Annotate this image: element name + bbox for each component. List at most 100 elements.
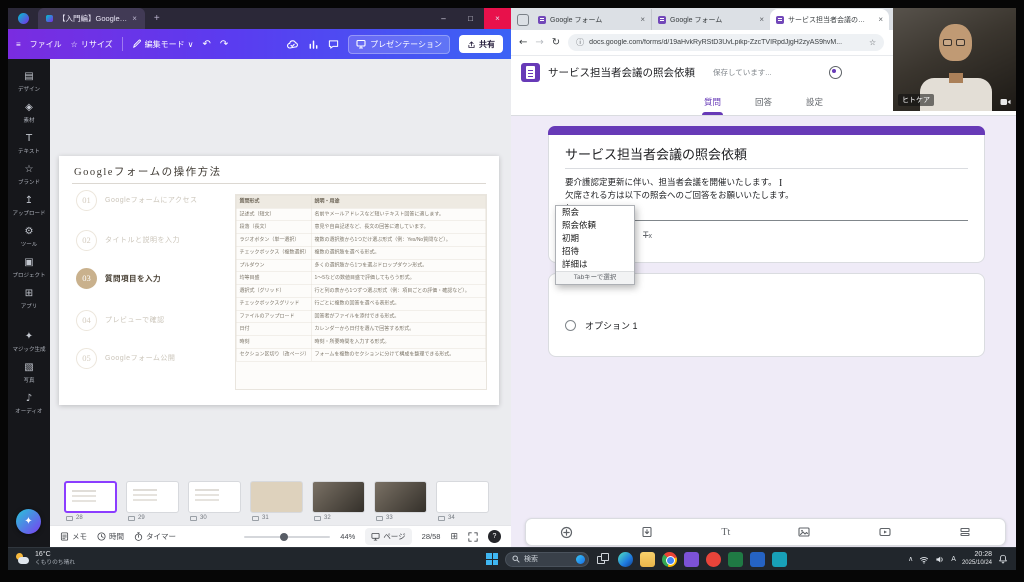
add-question-icon[interactable] xyxy=(560,526,573,539)
thumbnail-page-28[interactable]: 28 xyxy=(64,481,117,525)
redo-button[interactable]: ↷ xyxy=(220,39,228,50)
answer-option-row[interactable]: オプション 1 xyxy=(565,319,638,332)
tab-actions-icon[interactable] xyxy=(517,14,529,26)
app-icon-blue[interactable] xyxy=(750,551,765,567)
ime-candidate[interactable]: 初期 xyxy=(556,232,634,245)
file-explorer-icon[interactable] xyxy=(640,551,655,567)
app-icon-teal[interactable] xyxy=(772,551,787,567)
sidebar-item-magic-generate[interactable]: ✦ マジック生成 xyxy=(8,327,50,358)
thumbnail-page-33[interactable]: 33 xyxy=(374,481,427,525)
forward-button[interactable]: → xyxy=(535,37,543,48)
sidebar-item-apps[interactable]: ⊞ アプリ xyxy=(8,284,50,315)
chrome-browser-icon[interactable] xyxy=(662,551,677,567)
volume-icon[interactable] xyxy=(935,555,945,564)
sidebar-item-uploads[interactable]: ↥ アップロード xyxy=(8,191,50,222)
sidebar-item-text[interactable]: T テキスト xyxy=(8,129,50,160)
zoom-slider[interactable] xyxy=(244,532,331,541)
sidebar-item-projects[interactable]: ▣ プロジェクト xyxy=(8,253,50,284)
ime-language-indicator[interactable]: A xyxy=(951,556,956,563)
close-button[interactable]: × xyxy=(484,8,511,29)
add-image-icon[interactable] xyxy=(798,526,811,538)
theme-palette-icon[interactable] xyxy=(829,66,842,79)
browser-tab-2[interactable]: Google フォーム × xyxy=(651,9,770,30)
app-icon-purple[interactable] xyxy=(684,551,699,567)
sidebar-item-audio[interactable]: ♪ オーディオ xyxy=(8,389,50,420)
sidebar-item-tools[interactable]: ⚙ ツール xyxy=(8,222,50,253)
timer-button[interactable]: タイマー xyxy=(134,531,176,542)
import-questions-icon[interactable] xyxy=(641,526,653,538)
canva-assistant-button[interactable]: ✦ xyxy=(16,509,41,534)
back-button[interactable]: ← xyxy=(519,37,527,48)
notes-button[interactable]: メモ xyxy=(60,531,87,542)
address-bar[interactable]: ⓘ docs.google.com/forms/d/19aHvkRyRStD3U… xyxy=(568,34,885,51)
canva-canvas[interactable]: Googleフォームの操作方法 01 Googleフォームにアクセス 02 タイ… xyxy=(50,59,511,525)
add-title-icon[interactable]: Tt xyxy=(721,527,730,538)
sidebar-item-brand[interactable]: ☆ ブランド xyxy=(8,160,50,191)
tab-settings[interactable]: 設定 xyxy=(804,96,825,115)
question-card[interactable]: オプション 1 xyxy=(548,273,985,357)
app-icon-red[interactable] xyxy=(706,551,721,567)
ime-candidate[interactable]: 照会 xyxy=(556,206,634,219)
task-view-icon[interactable] xyxy=(596,552,611,567)
canva-document-tab[interactable]: 【入門編】Google… × xyxy=(38,8,145,29)
start-button[interactable] xyxy=(486,553,498,565)
tab-questions[interactable]: 質問 xyxy=(701,96,723,115)
wifi-icon[interactable] xyxy=(919,555,929,564)
taskbar-search[interactable]: 検索 xyxy=(505,551,589,567)
tray-expand-icon[interactable]: ∧ xyxy=(908,555,913,563)
zoom-slider-knob[interactable] xyxy=(280,532,289,541)
grid-view-icon[interactable]: ⊞ xyxy=(450,532,458,542)
notification-bell-icon[interactable] xyxy=(998,554,1008,564)
hamburger-menu-icon[interactable]: ≡ xyxy=(16,40,21,49)
fullscreen-icon[interactable] xyxy=(468,531,478,542)
ime-candidate[interactable]: 照会依頼 xyxy=(556,219,634,232)
maximize-button[interactable]: □ xyxy=(457,8,484,29)
browser-tab-3-active[interactable]: サービス担当者会議の… × xyxy=(770,9,889,30)
new-tab-button[interactable]: + xyxy=(154,13,160,24)
sidebar-item-elements[interactable]: ◈ 素材 xyxy=(8,98,50,129)
duration-button[interactable]: 時間 xyxy=(97,531,124,542)
ime-candidate[interactable]: 詳細は xyxy=(556,258,634,271)
undo-button[interactable]: ↶ xyxy=(202,39,210,50)
presentation-button[interactable]: プレゼンテーション xyxy=(348,34,450,54)
browser-tab-1[interactable]: Google フォーム × xyxy=(532,9,651,30)
reload-button[interactable]: ↻ xyxy=(552,37,560,48)
minimize-button[interactable]: – xyxy=(430,8,457,29)
radio-button[interactable] xyxy=(565,320,576,331)
sidebar-item-design[interactable]: ▤ デザイン xyxy=(8,67,50,98)
site-info-icon[interactable]: ⓘ xyxy=(576,37,584,48)
share-button[interactable]: 共有 xyxy=(459,35,503,53)
add-video-icon[interactable] xyxy=(879,526,891,538)
comments-icon[interactable] xyxy=(328,39,339,50)
file-menu[interactable]: ファイル xyxy=(30,39,62,50)
canva-home-icon[interactable] xyxy=(18,13,29,24)
tab-responses[interactable]: 回答 xyxy=(753,96,774,115)
add-section-icon[interactable] xyxy=(959,526,971,538)
form-title-input[interactable]: サービス担当者会議の照会依頼 xyxy=(565,144,968,169)
thumbnail-page-29[interactable]: 29 xyxy=(126,481,179,525)
clear-formatting-icon[interactable]: Tx xyxy=(643,230,652,240)
google-forms-logo[interactable] xyxy=(521,63,540,82)
edge-browser-icon[interactable] xyxy=(618,551,633,567)
page-view-button[interactable]: ページ xyxy=(365,528,412,545)
taskbar-clock[interactable]: 20:28 2025/10/24 xyxy=(962,551,992,567)
bookmark-star-icon[interactable]: ☆ xyxy=(869,38,876,47)
tab-close-icon[interactable]: × xyxy=(640,15,645,24)
thumbnail-page-30[interactable]: 30 xyxy=(188,481,241,525)
weather-widget[interactable]: 16°C くもりのち晴れ xyxy=(8,551,158,567)
sidebar-item-photos[interactable]: ▧ 写真 xyxy=(8,358,50,389)
thumbnail-page-31[interactable]: 31 xyxy=(250,481,303,525)
slide-canvas[interactable]: Googleフォームの操作方法 01 Googleフォームにアクセス 02 タイ… xyxy=(59,156,499,405)
help-button[interactable]: ? xyxy=(488,530,501,543)
edit-mode-dropdown[interactable]: 編集モード ∨ xyxy=(132,39,193,50)
tab-close-icon[interactable]: × xyxy=(878,15,883,24)
thumbnail-page-32[interactable]: 32 xyxy=(312,481,365,525)
tab-close-icon[interactable]: × xyxy=(759,15,764,24)
app-icon-green[interactable] xyxy=(728,551,743,567)
thumbnail-page-34[interactable]: 34 xyxy=(436,481,489,525)
insights-chart-icon[interactable] xyxy=(308,39,319,50)
resize-button[interactable]: ☆ リサイズ xyxy=(71,39,113,50)
tab-close-icon[interactable]: × xyxy=(132,14,137,23)
ime-candidate[interactable]: 招待 xyxy=(556,245,634,258)
form-document-title[interactable]: サービス担当者会議の照会依頼 xyxy=(548,65,695,80)
